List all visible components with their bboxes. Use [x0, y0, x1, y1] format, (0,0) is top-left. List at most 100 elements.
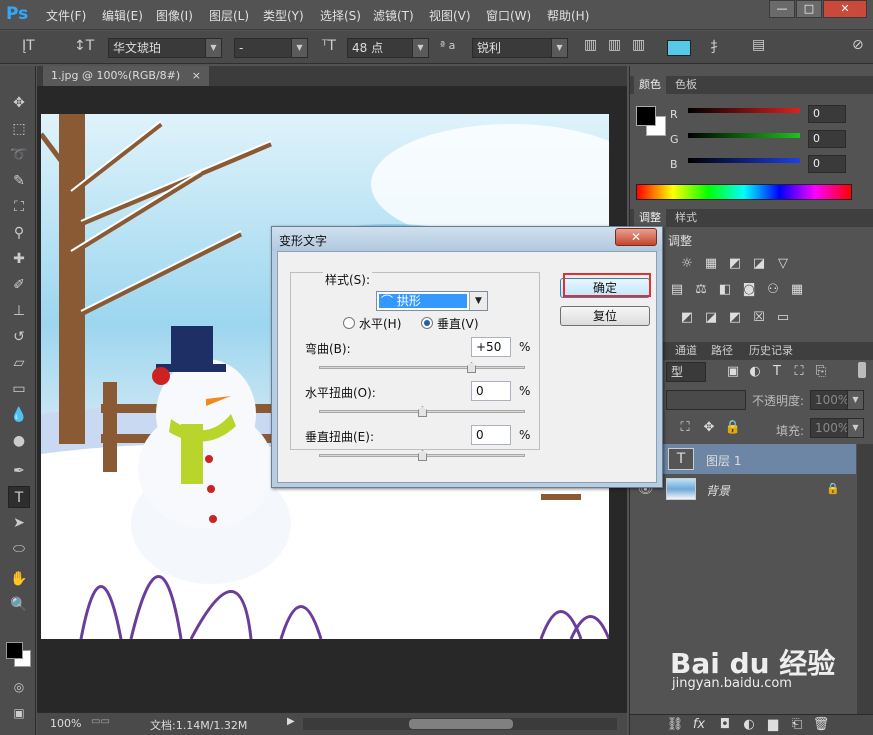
new-adjustment-icon[interactable]: ◐ [740, 717, 758, 733]
brightness-icon[interactable]: ☼ [678, 256, 696, 272]
filter-pixel-icon[interactable]: ▣ [724, 364, 742, 380]
menu-select[interactable]: 选择(S) [320, 7, 361, 24]
dodge-tool-icon[interactable]: ● [8, 430, 30, 452]
path-select-tool-icon[interactable]: ➤ [8, 512, 30, 534]
text-color-swatch[interactable] [667, 40, 691, 56]
menu-view[interactable]: 视图(V) [429, 7, 471, 24]
menu-filter[interactable]: 滤镜(T) [373, 7, 414, 24]
lasso-tool-icon[interactable]: ➰ [8, 144, 30, 166]
zoom-level[interactable]: 100% [50, 717, 81, 730]
horizontal-label[interactable]: 水平(H) [359, 315, 401, 332]
lock-all-icon[interactable]: 🔒 [724, 420, 742, 436]
link-layers-icon[interactable]: ⛓ [666, 717, 684, 733]
brush-tool-icon[interactable]: ✐ [8, 274, 30, 296]
layer-name[interactable]: 图层 1 [706, 452, 741, 469]
menu-help[interactable]: 帮助(H) [547, 7, 589, 24]
restore-button[interactable]: □ [796, 0, 822, 18]
align-left-icon[interactable]: ▥ [584, 37, 597, 53]
filter-type-icon[interactable]: T [768, 364, 786, 380]
tab-history[interactable]: 历史记录 [744, 342, 798, 360]
foreground-color[interactable] [6, 642, 23, 659]
eraser-tool-icon[interactable]: ▱ [8, 352, 30, 374]
document-tab[interactable]: 1.jpg @ 100%(RGB/8#) × [43, 66, 209, 86]
quick-select-tool-icon[interactable]: ✎ [8, 170, 30, 192]
h-distort-slider[interactable] [319, 406, 525, 417]
color-lookup-icon[interactable]: ▦ [788, 282, 806, 298]
tab-swatches[interactable]: 色板 [670, 76, 702, 94]
type-tool-icon[interactable]: T [8, 486, 30, 508]
eyedropper-tool-icon[interactable]: ⚲ [8, 222, 30, 244]
threshold-icon[interactable]: ◩ [726, 310, 744, 326]
menu-type[interactable]: 类型(Y) [263, 7, 304, 24]
color-g-slider[interactable] [688, 133, 800, 138]
photo-filter-icon[interactable]: ◙ [740, 282, 758, 298]
vertical-radio[interactable] [421, 317, 433, 329]
antialias-select[interactable]: 锐利 ▼ [472, 38, 568, 58]
style-select[interactable]: ⌒ 拱形 ▼ [376, 291, 488, 311]
blend-mode-select[interactable] [666, 390, 746, 410]
tab-styles[interactable]: 样式 [670, 209, 702, 227]
v-distort-slider[interactable] [319, 450, 525, 461]
hand-tool-icon[interactable]: ✋ [8, 568, 30, 590]
pen-tool-icon[interactable]: ✒ [8, 460, 30, 482]
color-spectrum-bar[interactable] [636, 184, 852, 200]
font-family-select[interactable]: 华文琥珀 ▼ [108, 38, 222, 58]
h-distort-input[interactable]: 0 [471, 381, 511, 401]
blur-tool-icon[interactable]: 💧 [8, 404, 30, 426]
bend-input[interactable]: +50 [471, 337, 511, 357]
tab-color[interactable]: 颜色 [634, 76, 666, 94]
lock-pixels-icon[interactable]: ⛶ [676, 420, 694, 436]
align-center-icon[interactable]: ▥ [608, 37, 621, 53]
move-tool-icon[interactable]: ✥ [8, 92, 30, 114]
dialog-close-button[interactable]: ✕ [615, 228, 657, 246]
bend-slider-thumb[interactable] [467, 362, 476, 373]
layers-scrollbar[interactable] [857, 444, 873, 716]
filter-adjust-icon[interactable]: ◐ [746, 364, 764, 380]
toggle-orientation-icon[interactable]: ↕T [74, 38, 94, 54]
filter-smart-icon[interactable]: ⎘ [812, 364, 830, 380]
ellipse-tool-icon[interactable]: ⬭ [8, 538, 30, 560]
color-b-input[interactable]: 0 [808, 155, 846, 173]
menu-window[interactable]: 窗口(W) [486, 7, 531, 24]
menu-layer[interactable]: 图层(L) [209, 7, 249, 24]
close-icon[interactable]: × [192, 69, 201, 82]
delete-layer-icon[interactable]: 🗑 [812, 717, 830, 733]
font-size-select[interactable]: 48 点 ▼ [347, 38, 429, 58]
lock-position-icon[interactable]: ✥ [700, 420, 718, 436]
vibrance-icon[interactable]: ▽ [774, 256, 792, 272]
tab-channels[interactable]: 通道 [670, 342, 702, 360]
color-g-input[interactable]: 0 [808, 130, 846, 148]
opacity-input[interactable]: 100% ▼ [810, 390, 864, 410]
fill-input[interactable]: 100% ▼ [810, 418, 864, 438]
layer-row-text[interactable]: T 图层 1 [630, 444, 856, 474]
filter-toggle[interactable] [858, 362, 866, 378]
history-brush-tool-icon[interactable]: ↺ [8, 326, 30, 348]
cancel-icon[interactable]: ⊘ [852, 37, 864, 53]
chevron-down-icon[interactable]: ▼ [469, 292, 487, 310]
screen-mode-icon[interactable]: ▣ [8, 702, 30, 724]
dialog-titlebar[interactable]: 变形文字 ✕ [272, 227, 662, 251]
quick-mask-icon[interactable]: ◎ [8, 676, 30, 698]
v-distort-input[interactable]: 0 [471, 425, 511, 445]
crop-tool-icon[interactable]: ⛶ [8, 196, 30, 218]
font-style-select[interactable]: - ▼ [234, 38, 308, 58]
reset-button[interactable]: 复位 [560, 306, 650, 326]
exposure-icon[interactable]: ◪ [750, 256, 768, 272]
add-mask-icon[interactable]: ◘ [716, 717, 734, 733]
menu-image[interactable]: 图像(I) [156, 7, 193, 24]
menu-edit[interactable]: 编辑(E) [102, 7, 143, 24]
type-tool-icon[interactable]: ĮT [22, 38, 35, 54]
black-white-icon[interactable]: ◧ [716, 282, 734, 298]
tab-adjustments[interactable]: 调整 [634, 209, 666, 227]
selective-color-icon[interactable]: ▭ [774, 310, 792, 326]
color-b-slider[interactable] [688, 158, 800, 163]
new-layer-icon[interactable]: ⎗ [788, 717, 806, 733]
marquee-tool-icon[interactable]: ⬚ [8, 118, 30, 140]
layer-kind-filter[interactable]: 型 [666, 362, 706, 382]
curves-icon[interactable]: ◩ [726, 256, 744, 272]
vertical-label[interactable]: 垂直(V) [437, 315, 479, 332]
new-group-icon[interactable]: ▆ [764, 717, 782, 733]
horizontal-radio[interactable] [343, 317, 355, 329]
warp-text-icon[interactable]: ⺘ [710, 37, 724, 57]
h-distort-slider-thumb[interactable] [418, 406, 427, 417]
